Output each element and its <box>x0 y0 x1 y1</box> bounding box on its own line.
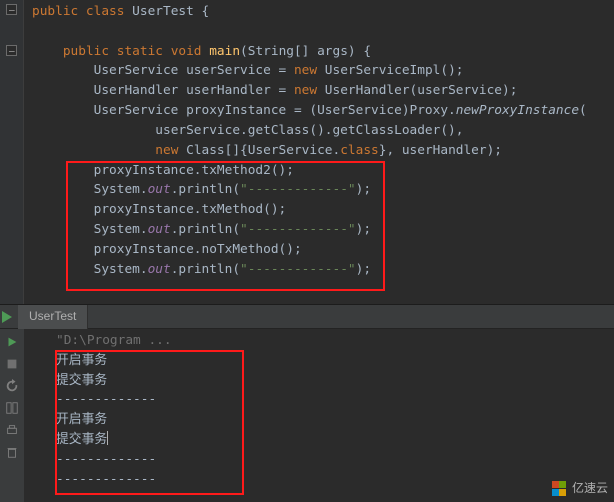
code-editor[interactable]: public class UserTest { public static vo… <box>0 0 614 305</box>
field: out <box>148 262 171 277</box>
watermark: 亿速云 <box>552 479 608 498</box>
watermark-text: 亿速云 <box>572 479 608 498</box>
console-gutter <box>0 329 24 502</box>
field: out <box>148 222 171 237</box>
editor-gutter <box>0 0 24 304</box>
print-icon[interactable] <box>5 423 19 437</box>
method-name: main <box>209 44 240 59</box>
keyword: new <box>155 143 186 158</box>
keyword: public class <box>32 4 132 19</box>
console-output[interactable]: "D:\Program ... 开启事务 提交事务 ------------- … <box>24 329 614 502</box>
console-panel: "D:\Program ... 开启事务 提交事务 ------------- … <box>0 329 614 502</box>
keyword: class <box>340 143 379 158</box>
run-tab[interactable]: UserTest <box>18 304 88 329</box>
keyword: public static void <box>63 44 209 59</box>
logo-icon <box>552 481 567 496</box>
keyword: new <box>294 83 325 98</box>
text-caret <box>107 431 108 445</box>
code-block[interactable]: public class UserTest { public static vo… <box>32 2 587 280</box>
string: "-------------" <box>240 182 356 197</box>
rerun-icon[interactable] <box>5 335 19 349</box>
string: "-------------" <box>240 262 356 277</box>
static-call: newProxyInstance <box>456 103 579 118</box>
layout-icon[interactable] <box>5 401 19 415</box>
run-icon[interactable] <box>2 311 11 323</box>
run-toolbar: UserTest <box>0 305 614 329</box>
stop-icon[interactable] <box>5 357 19 371</box>
fold-icon[interactable] <box>6 4 17 15</box>
trash-icon[interactable] <box>5 445 19 459</box>
string: "-------------" <box>240 222 356 237</box>
field: out <box>148 182 171 197</box>
fold-icon[interactable] <box>6 45 17 56</box>
restart-icon[interactable] <box>5 379 19 393</box>
keyword: new <box>294 63 325 78</box>
output-text: "D:\Program ... 开启事务 提交事务 ------------- … <box>56 331 172 490</box>
